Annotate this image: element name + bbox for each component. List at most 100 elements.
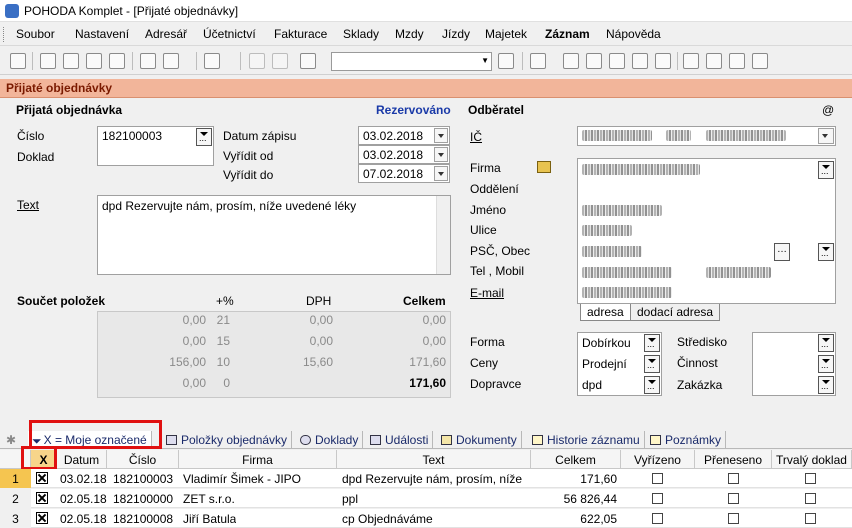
col-firma[interactable]: Firma bbox=[179, 450, 337, 469]
ic-dropdown-icon[interactable] bbox=[818, 128, 834, 144]
stredisko-cinnost-zakazka-box[interactable] bbox=[752, 332, 836, 396]
tab-adresa[interactable]: adresa bbox=[580, 304, 631, 321]
vyrizeno-checkbox[interactable] bbox=[652, 493, 663, 504]
col-vyrizeno[interactable]: Vyřízeno bbox=[621, 450, 695, 469]
window-icon[interactable] bbox=[729, 53, 745, 69]
menu-fakturace[interactable]: Fakturace bbox=[274, 27, 327, 41]
vyridit-od-field[interactable]: 03.02.2018 bbox=[358, 145, 450, 164]
zakazka-menu-button[interactable] bbox=[818, 376, 834, 394]
back-arrow-icon[interactable] bbox=[204, 53, 220, 69]
dopravce-label: Dopravce bbox=[470, 377, 522, 391]
tab-polozky[interactable]: Položky objednávky bbox=[162, 431, 293, 449]
zakazka-label: Zakázka bbox=[677, 378, 723, 392]
vyrizeno-checkbox[interactable] bbox=[652, 473, 663, 484]
menu-nastaveni[interactable]: Nastavení bbox=[75, 27, 129, 41]
tab-doklady[interactable]: Doklady bbox=[296, 431, 364, 449]
vyridit-do-dropdown-icon[interactable] bbox=[434, 166, 448, 181]
tab-dodaci-adresa[interactable]: dodací adresa bbox=[630, 304, 721, 321]
print-icon[interactable] bbox=[63, 53, 79, 69]
text-area[interactable]: dpd Rezervujte nám, prosím, níže uvedené… bbox=[97, 195, 451, 275]
clipboard-icon[interactable] bbox=[300, 53, 316, 69]
col-datum[interactable]: Datum bbox=[57, 450, 107, 469]
filter-icon[interactable] bbox=[498, 53, 514, 69]
cell-firma: ZET s.r.o. bbox=[183, 492, 235, 506]
trvaly-checkbox[interactable] bbox=[805, 493, 816, 504]
form-icon[interactable] bbox=[683, 53, 699, 69]
menu-majetek[interactable]: Majetek bbox=[485, 27, 527, 41]
copy-doc-icon[interactable] bbox=[40, 53, 56, 69]
edit-icon[interactable] bbox=[163, 53, 179, 69]
stredisko-menu-button[interactable] bbox=[818, 334, 834, 352]
col-cislo[interactable]: Číslo bbox=[107, 450, 179, 469]
menu-ucetnictvi[interactable]: Účetnictví bbox=[203, 27, 256, 41]
cell-celkem: 622,05 bbox=[580, 512, 617, 526]
preneseno-checkbox[interactable] bbox=[728, 513, 739, 524]
cislo-menu-button[interactable] bbox=[196, 128, 212, 146]
sum-base: 0,00 bbox=[182, 334, 206, 348]
preneseno-checkbox[interactable] bbox=[728, 493, 739, 504]
menu-mzdy[interactable]: Mzdy bbox=[395, 27, 424, 41]
star-icon[interactable]: ✱ bbox=[2, 431, 20, 449]
menu-jizdy[interactable]: Jízdy bbox=[442, 27, 470, 41]
vyrizeno-checkbox[interactable] bbox=[652, 513, 663, 524]
jump-icon[interactable] bbox=[10, 53, 26, 69]
col-trvaly[interactable]: Trvalý doklad bbox=[772, 450, 852, 469]
firma-menu-button[interactable] bbox=[818, 161, 834, 179]
folder-icon[interactable] bbox=[632, 53, 648, 69]
forma-ceny-dopravce-box[interactable]: Dobírkou Prodejní dpd bbox=[577, 332, 662, 396]
send-icon[interactable] bbox=[109, 53, 125, 69]
tab-udalosti[interactable]: Události bbox=[366, 431, 434, 449]
table-icon[interactable] bbox=[609, 53, 625, 69]
menu-soubor[interactable]: Soubor bbox=[16, 27, 55, 41]
menu-napoveda[interactable]: Nápověda bbox=[606, 27, 661, 41]
cinnost-menu-button[interactable] bbox=[818, 355, 834, 373]
menu-adresar[interactable]: Adresář bbox=[145, 27, 187, 41]
datum-zapisu-field[interactable]: 03.02.2018 bbox=[358, 126, 450, 145]
calc-icon[interactable] bbox=[586, 53, 602, 69]
vyridit-od-dropdown-icon[interactable] bbox=[434, 147, 448, 162]
table-row[interactable]: 3 02.05.18 182100008 Jiří Batula cp Obje… bbox=[0, 509, 852, 528]
preneseno-checkbox[interactable] bbox=[728, 473, 739, 484]
forma-menu-button[interactable] bbox=[644, 334, 660, 352]
save-icon[interactable] bbox=[249, 53, 265, 69]
quick-search-combo[interactable]: ▼ bbox=[331, 52, 492, 71]
menu-sklady[interactable]: Sklady bbox=[343, 27, 379, 41]
menu-zaznam[interactable]: Záznam bbox=[545, 27, 590, 41]
print-preview-icon[interactable] bbox=[86, 53, 102, 69]
obec-lookup-button[interactable]: … bbox=[774, 243, 790, 261]
col-preneseno[interactable]: Přeneseno bbox=[695, 450, 772, 469]
tag-icon[interactable] bbox=[563, 53, 579, 69]
email-at-icon[interactable]: @ bbox=[822, 103, 834, 117]
text-scrollbar[interactable] bbox=[436, 196, 450, 274]
tab-historie-label: Historie záznamu bbox=[547, 433, 640, 447]
address-box[interactable]: … bbox=[577, 158, 836, 304]
vyridit-do-field[interactable]: 07.02.2018 bbox=[358, 164, 450, 183]
help-icon[interactable] bbox=[752, 53, 768, 69]
table-row[interactable]: 1 03.02.18 182100003 Vladimír Šimek - JI… bbox=[0, 469, 852, 488]
trvaly-checkbox[interactable] bbox=[805, 513, 816, 524]
obec-menu-button[interactable] bbox=[818, 243, 834, 261]
sum-total: 171,60 bbox=[409, 355, 446, 369]
datum-zapisu-dropdown-icon[interactable] bbox=[434, 128, 448, 143]
stock-icon[interactable] bbox=[530, 53, 546, 69]
dopravce-menu-button[interactable] bbox=[644, 376, 660, 394]
ban-icon[interactable] bbox=[655, 53, 671, 69]
tab-dokumenty[interactable]: Dokumenty bbox=[437, 431, 522, 449]
cislo-field[interactable]: 182100003 bbox=[97, 126, 214, 166]
x-mark-icon[interactable] bbox=[36, 512, 48, 524]
table-row[interactable]: 2 02.05.18 182100000 ZET s.r.o. ppl 56 8… bbox=[0, 489, 852, 508]
trvaly-checkbox[interactable] bbox=[805, 473, 816, 484]
col-text[interactable]: Text bbox=[337, 450, 531, 469]
save-all-icon[interactable] bbox=[272, 53, 288, 69]
list-icon[interactable] bbox=[706, 53, 722, 69]
tab-historie[interactable]: Historie záznamu bbox=[528, 431, 645, 449]
new-record-icon[interactable] bbox=[140, 53, 156, 69]
ic-field[interactable] bbox=[577, 126, 836, 146]
address-book-icon[interactable] bbox=[537, 161, 551, 173]
ceny-menu-button[interactable] bbox=[644, 355, 660, 373]
x-mark-icon[interactable] bbox=[36, 492, 48, 504]
x-mark-icon[interactable] bbox=[36, 472, 48, 484]
col-celkem[interactable]: Celkem bbox=[531, 450, 621, 469]
text-value: dpd Rezervujte nám, prosím, níže uvedené… bbox=[102, 199, 357, 213]
tab-poznamky[interactable]: Poznámky bbox=[646, 431, 727, 449]
